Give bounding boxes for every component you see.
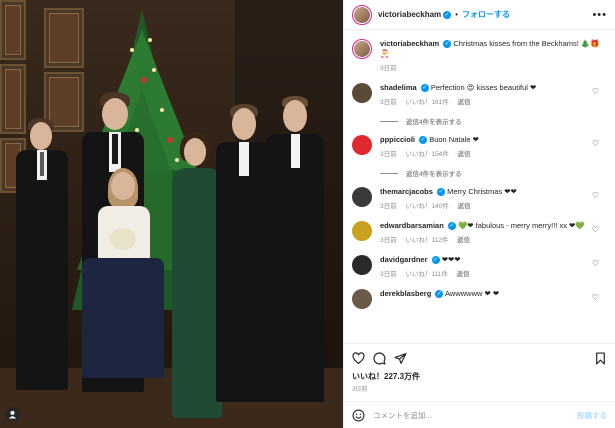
comment-text: Buon Natale ❤	[429, 135, 479, 144]
reply-button[interactable]: 返信	[457, 271, 470, 278]
view-replies-label: 返信4件を表示する	[406, 171, 462, 178]
caption-username[interactable]: victoriabeckham	[380, 39, 439, 48]
comment-likes[interactable]: いいね！111件	[405, 271, 447, 278]
like-comment-heart-icon[interactable]: ♡	[592, 293, 599, 302]
view-replies-button[interactable]: 返信4件を表示する	[380, 168, 607, 178]
verified-badge-icon: ✓	[420, 84, 429, 93]
post-caption: victoriabeckham ✓ Christmas kisses from …	[352, 39, 607, 74]
verified-badge-icon: ✓	[447, 222, 456, 231]
post-header: victoriabeckham ✓ • フォローする •••	[344, 0, 615, 30]
verified-badge-icon: ✓	[437, 188, 446, 197]
person-man-right	[262, 96, 328, 408]
follow-button[interactable]: フォローする	[462, 9, 510, 20]
reply-button[interactable]: 返信	[458, 99, 471, 106]
commenter-username[interactable]: pppiccioli	[380, 135, 415, 144]
comment-item: shadelima ✓ Perfection 😍 kisses beautifu…	[352, 83, 607, 108]
commenter-avatar[interactable]	[352, 135, 372, 155]
post-photo[interactable]	[0, 0, 343, 428]
wall-panel	[0, 0, 26, 60]
separator-dot: •	[455, 10, 458, 19]
commenter-avatar[interactable]	[352, 289, 372, 309]
person-boy-left	[14, 118, 70, 408]
commenter-username[interactable]: shadelima	[380, 83, 417, 92]
share-send-icon[interactable]	[394, 352, 407, 365]
comment-likes[interactable]: いいね！154件	[405, 151, 448, 158]
verified-badge-icon: ✓	[435, 290, 444, 299]
replies-line	[380, 172, 398, 174]
commenter-username[interactable]: derekblasberg	[380, 289, 431, 298]
comment-likes[interactable]: いいね！140件	[405, 203, 448, 210]
emoji-icon[interactable]	[352, 409, 365, 422]
caption-avatar[interactable]	[352, 39, 372, 59]
user-icon	[8, 410, 17, 419]
commenter-avatar[interactable]	[352, 83, 372, 103]
likes-count[interactable]: いいね！227.3万件	[352, 371, 607, 382]
view-replies-button[interactable]: 返信4件を表示する	[380, 116, 607, 126]
more-options-icon[interactable]: •••	[592, 9, 607, 21]
post-side-panel: victoriabeckham ✓ • フォローする ••• victoriab…	[343, 0, 615, 428]
comment-text: Merry Christmas ❤❤	[447, 187, 517, 196]
verified-badge-icon: ✓	[431, 256, 440, 265]
like-comment-heart-icon[interactable]: ♡	[592, 259, 599, 268]
author-avatar[interactable]	[352, 4, 372, 25]
person-girl	[80, 168, 166, 408]
commenter-avatar[interactable]	[352, 221, 372, 241]
add-comment-bar: 投稿する	[344, 401, 615, 428]
bookmark-icon[interactable]	[594, 351, 607, 365]
comment-item: pppiccioli ✓ Buon Natale ❤ 3日前 いいね！154件 …	[352, 135, 607, 160]
verified-badge-icon: ✓	[443, 10, 452, 19]
comment-item: derekblasberg ✓ Awwwwww ❤ ❤ ♡	[352, 289, 607, 309]
replies-line	[380, 120, 398, 122]
comment-bubble-icon[interactable]	[373, 351, 386, 365]
reply-button[interactable]: 返信	[458, 151, 471, 158]
instagram-post: victoriabeckham ✓ • フォローする ••• victoriab…	[0, 0, 615, 428]
tagged-users-button[interactable]	[5, 407, 20, 422]
caption-time: 3日前	[380, 65, 397, 72]
comment-likes[interactable]: いいね！181件	[405, 99, 448, 106]
verified-badge-icon: ✓	[443, 40, 452, 49]
comment-likes[interactable]: いいね！112件	[405, 237, 448, 244]
view-replies-label: 返信4件を表示する	[406, 119, 462, 126]
comment-time: 3日前	[380, 99, 397, 106]
comment-text: Perfection 😍 kisses beautiful ❤	[430, 83, 537, 92]
commenter-username[interactable]: edwardbarsamian	[380, 221, 444, 230]
like-comment-heart-icon[interactable]: ♡	[592, 191, 599, 200]
comment-text: Awwwwww ❤ ❤	[445, 289, 500, 298]
post-comment-button[interactable]: 投稿する	[577, 410, 607, 421]
comment-item: davidgardner ✓ ❤❤❤ 3日前 いいね！111件 返信 ♡	[352, 255, 607, 280]
like-comment-heart-icon[interactable]: ♡	[592, 139, 599, 148]
author-username[interactable]: victoriabeckham	[378, 10, 441, 19]
comment-text: 💚❤ fabulous - merry merry!!! xx ❤💚	[457, 221, 585, 230]
like-heart-icon[interactable]	[352, 351, 365, 365]
comments-list[interactable]: victoriabeckham ✓ Christmas kisses from …	[344, 31, 615, 343]
reply-button[interactable]: 返信	[457, 237, 470, 244]
reply-button[interactable]: 返信	[458, 203, 471, 210]
comment-time: 3日前	[380, 271, 397, 278]
comment-input[interactable]	[373, 410, 577, 420]
like-comment-heart-icon[interactable]: ♡	[592, 87, 599, 96]
commenter-avatar[interactable]	[352, 187, 372, 207]
comment-time: 3日前	[380, 203, 397, 210]
commenter-avatar[interactable]	[352, 255, 372, 275]
comment-time: 3日前	[380, 151, 397, 158]
commenter-username[interactable]: themarcjacobs	[380, 187, 433, 196]
posted-time: 3日前	[352, 387, 368, 393]
commenter-username[interactable]: davidgardner	[380, 255, 428, 264]
comment-item: edwardbarsamian ✓ 💚❤ fabulous - merry me…	[352, 221, 607, 246]
comment-time: 3日前	[380, 237, 397, 244]
verified-badge-icon: ✓	[419, 136, 428, 145]
comment-text: ❤❤❤	[441, 255, 461, 264]
like-comment-heart-icon[interactable]: ♡	[592, 225, 599, 234]
comment-item: themarcjacobs ✓ Merry Christmas ❤❤ 3日前 い…	[352, 187, 607, 212]
